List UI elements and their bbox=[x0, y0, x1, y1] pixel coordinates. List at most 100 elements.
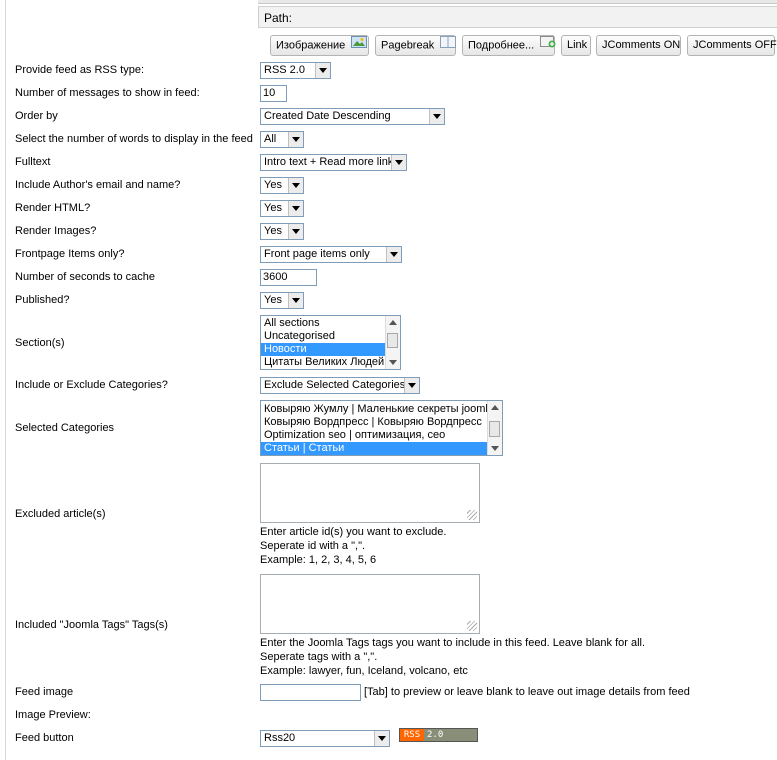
list-item[interactable]: Ковыряю Жумлу | Маленькие секреты joomla bbox=[261, 403, 502, 416]
excluded-textarea[interactable] bbox=[260, 463, 480, 523]
chevron-down-icon bbox=[288, 293, 303, 308]
rss-type-select[interactable]: RSS 2.0 bbox=[260, 62, 331, 79]
tags-textarea[interactable] bbox=[260, 574, 480, 634]
link-button-label: Link bbox=[567, 39, 588, 51]
path-label: Path: bbox=[264, 11, 293, 25]
pagebreak-icon bbox=[440, 36, 457, 55]
path-bar: Path: bbox=[258, 6, 777, 28]
author-select[interactable]: Yes bbox=[260, 177, 304, 194]
rss-badge-right: 2.0 bbox=[424, 729, 477, 741]
render-images-value: Yes bbox=[264, 225, 282, 237]
list-item[interactable]: Ковыряю Вордпресс | Ковыряю Вордпресс bbox=[261, 416, 502, 429]
feed-image-label: Feed image bbox=[15, 686, 74, 698]
jcomments-off-button[interactable]: JComments OFF bbox=[687, 35, 777, 56]
jcomments-on-label: JComments ON bbox=[602, 39, 681, 51]
scroll-down-icon bbox=[491, 446, 499, 451]
chevron-down-icon bbox=[288, 178, 303, 193]
chevron-down-icon bbox=[288, 201, 303, 216]
num-messages-label: Number of messages to show in feed: bbox=[15, 87, 200, 99]
scroll-thumb[interactable] bbox=[489, 421, 500, 437]
link-button[interactable]: Link bbox=[561, 35, 591, 56]
author-value: Yes bbox=[264, 179, 282, 191]
list-item[interactable]: All sections bbox=[261, 317, 400, 330]
left-frame-edge bbox=[0, 0, 6, 760]
sections-listbox[interactable]: All sections Uncategorised Новости Цитат… bbox=[260, 315, 401, 370]
scroll-thumb[interactable] bbox=[387, 333, 398, 348]
jcomments-on-button[interactable]: JComments ON bbox=[596, 35, 681, 56]
tags-help-1: Enter the Joomla Tags tags you want to i… bbox=[260, 637, 646, 649]
image-button-label: Изображение bbox=[276, 39, 346, 52]
fulltext-select[interactable]: Intro text + Read more link bbox=[260, 154, 407, 171]
scroll-up-icon bbox=[389, 320, 397, 325]
excluded-help-1: Enter article id(s) you want to exclude. bbox=[260, 526, 447, 538]
cache-label: Number of seconds to cache bbox=[15, 271, 156, 283]
feed-button-value: Rss20 bbox=[264, 732, 296, 744]
incl-excl-select[interactable]: Exclude Selected Categories bbox=[260, 377, 420, 394]
scroll-down-icon bbox=[389, 360, 397, 365]
readmore-button-label: Подробнее... bbox=[468, 39, 535, 52]
readmore-icon bbox=[540, 36, 556, 55]
resize-grip-icon[interactable] bbox=[467, 510, 477, 520]
jcomments-off-label: JComments OFF bbox=[693, 39, 777, 51]
chevron-down-icon bbox=[288, 132, 303, 147]
feed-button-select[interactable]: Rss20 bbox=[260, 730, 390, 747]
chevron-down-icon bbox=[391, 155, 406, 170]
tags-help-2: Seperate tags with a ",". bbox=[260, 651, 378, 663]
excluded-label: Excluded article(s) bbox=[15, 508, 106, 520]
tags-help-3: Example: lawyer, fun, Iceland, volcano, … bbox=[260, 665, 468, 677]
render-images-label: Render Images? bbox=[15, 225, 97, 237]
order-by-select[interactable]: Created Date Descending bbox=[260, 108, 445, 125]
num-words-select[interactable]: All bbox=[260, 131, 304, 148]
pagebreak-button[interactable]: Pagebreak bbox=[375, 35, 457, 56]
chevron-down-icon bbox=[404, 378, 419, 393]
categories-listbox[interactable]: Ковыряю Жумлу | Маленькие секреты joomla… bbox=[260, 400, 503, 456]
image-preview-label: Image Preview: bbox=[15, 709, 91, 721]
categories-scrollbar[interactable] bbox=[487, 401, 502, 455]
list-item[interactable]: Статьи | Статьи bbox=[261, 442, 502, 455]
frontpage-value: Front page items only bbox=[264, 248, 370, 260]
render-html-select[interactable]: Yes bbox=[260, 200, 304, 217]
rss-badge-preview: RSS 2.0 bbox=[399, 728, 478, 742]
fulltext-label: Fulltext bbox=[15, 156, 51, 168]
scroll-up-icon bbox=[491, 405, 499, 410]
fulltext-value: Intro text + Read more link bbox=[264, 156, 394, 168]
render-html-label: Render HTML? bbox=[15, 202, 91, 214]
rss-badge-left: RSS bbox=[400, 729, 424, 741]
num-words-value: All bbox=[264, 133, 277, 145]
published-value: Yes bbox=[264, 294, 282, 306]
render-html-value: Yes bbox=[264, 202, 282, 214]
readmore-button[interactable]: Подробнее... bbox=[462, 35, 556, 56]
list-item[interactable]: Optimization seo | оптимизация, сео bbox=[261, 429, 502, 442]
chevron-down-icon bbox=[429, 109, 444, 124]
num-messages-input[interactable]: 10 bbox=[260, 85, 287, 102]
order-by-label: Order by bbox=[15, 110, 58, 122]
sections-scrollbar[interactable] bbox=[385, 316, 400, 369]
chevron-down-icon bbox=[374, 731, 389, 746]
order-by-value: Created Date Descending bbox=[264, 110, 391, 122]
chevron-down-icon bbox=[288, 224, 303, 239]
published-select[interactable]: Yes bbox=[260, 292, 304, 309]
published-label: Published? bbox=[15, 294, 70, 306]
list-item[interactable]: Цитаты Великих Людей bbox=[261, 356, 400, 369]
list-item[interactable]: Новости bbox=[261, 343, 400, 356]
frontpage-select[interactable]: Front page items only bbox=[260, 246, 402, 263]
render-images-select[interactable]: Yes bbox=[260, 223, 304, 240]
tags-label: Included "Joomla Tags" Tags(s) bbox=[15, 619, 168, 631]
num-words-label: Select the number of words to display in… bbox=[15, 133, 253, 145]
feed-image-input[interactable] bbox=[260, 684, 361, 701]
rss-type-value: RSS 2.0 bbox=[264, 64, 305, 76]
categories-label: Selected Categories bbox=[15, 422, 115, 434]
feed-image-help: [Tab] to preview or leave blank to leave… bbox=[364, 686, 690, 698]
author-label: Include Author's email and name? bbox=[15, 179, 181, 191]
resize-grip-icon[interactable] bbox=[467, 621, 477, 631]
top-scroll-edge bbox=[258, 0, 777, 4]
list-item[interactable]: Uncategorised bbox=[261, 330, 400, 343]
image-button[interactable]: Изображение bbox=[270, 35, 369, 56]
rss-type-label: Provide feed as RSS type: bbox=[15, 64, 145, 76]
excluded-help-3: Example: 1, 2, 3, 4, 5, 6 bbox=[260, 554, 377, 566]
chevron-down-icon bbox=[315, 63, 330, 78]
incl-excl-value: Exclude Selected Categories bbox=[264, 379, 406, 391]
image-icon bbox=[351, 36, 368, 55]
cache-input[interactable]: 3600 bbox=[260, 269, 317, 286]
excluded-help-2: Seperate id with a ",". bbox=[260, 540, 366, 552]
